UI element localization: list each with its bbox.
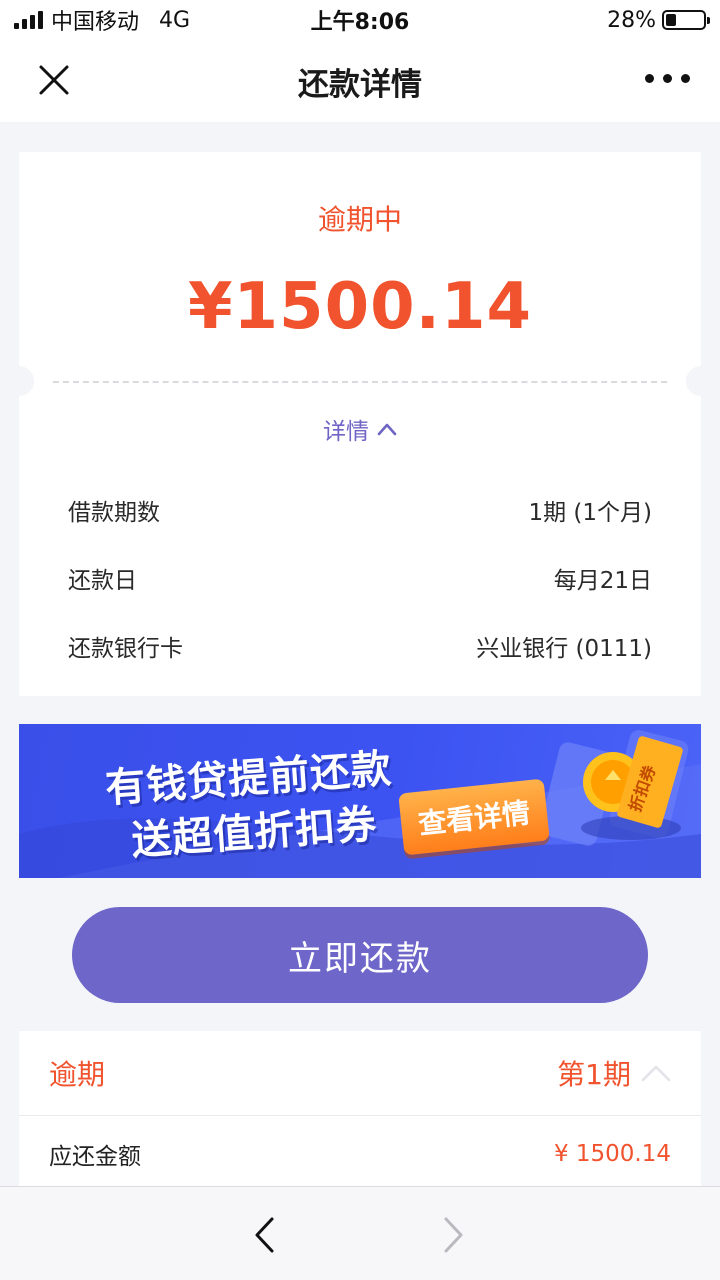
period-card: 逾期 第1期 应还金额 ¥ 1500.14	[19, 1031, 701, 1191]
detail-row-bank-card: 还款银行卡 兴业银行 (0111)	[68, 612, 652, 680]
repay-now-button[interactable]: 立即还款	[72, 907, 648, 1003]
close-icon[interactable]	[36, 62, 72, 98]
repayment-summary-card: 逾期中 ¥1500.14 详情 借款期数 1期 (1个月) 还款日 每月21日 …	[4, 152, 716, 696]
amount-due-label: 应还金额	[49, 1143, 141, 1170]
detail-row-repay-day: 还款日 每月21日	[68, 544, 652, 612]
row-value: 兴业银行 (0111)	[476, 636, 652, 662]
detail-toggle[interactable]: 详情	[19, 412, 701, 446]
row-value: 每月21日	[553, 568, 652, 594]
period-status: 逾期	[49, 1058, 106, 1091]
detail-row-loan-term: 借款期数 1期 (1个月)	[68, 476, 652, 544]
status-bar: 中国移动 4G 上午8:06 28%	[0, 0, 720, 40]
dashed-divider	[53, 381, 667, 383]
period-header[interactable]: 逾期 第1期	[19, 1031, 701, 1116]
nav-bar: 还款详情	[0, 40, 720, 122]
carrier-name: 中国移动	[51, 10, 140, 35]
page-title: 还款详情	[298, 66, 422, 103]
battery-percent: 28%	[607, 7, 656, 33]
overdue-status: 逾期中	[317, 203, 402, 236]
chevron-up-icon	[377, 423, 397, 436]
ticket-notch-left	[4, 366, 34, 396]
signal-icon	[14, 11, 43, 29]
row-label: 还款银行卡	[68, 636, 183, 662]
amount-due-value: ¥ 1500.14	[553, 1140, 671, 1167]
row-label: 还款日	[68, 568, 137, 594]
promo-banner[interactable]: 有钱贷提前还款 送超值折扣券 查看详情 折扣券	[19, 724, 701, 878]
overdue-amount: ¥1500.14	[187, 270, 533, 344]
chevron-up-icon	[641, 1065, 671, 1082]
network-type: 4G	[159, 7, 191, 33]
period-number: 第1期	[557, 1058, 631, 1091]
detail-toggle-label: 详情	[323, 419, 369, 445]
browser-toolbar	[0, 1186, 720, 1280]
battery-icon	[662, 10, 710, 30]
row-label: 借款期数	[68, 500, 160, 526]
row-value: 1期 (1个月)	[528, 500, 652, 526]
back-arrow-icon[interactable]	[252, 1215, 276, 1255]
forward-arrow-icon[interactable]	[442, 1215, 466, 1255]
amount-due-row: 应还金额 ¥ 1500.14	[19, 1116, 701, 1191]
more-icon[interactable]	[645, 74, 690, 83]
ticket-notch-right	[686, 366, 716, 396]
